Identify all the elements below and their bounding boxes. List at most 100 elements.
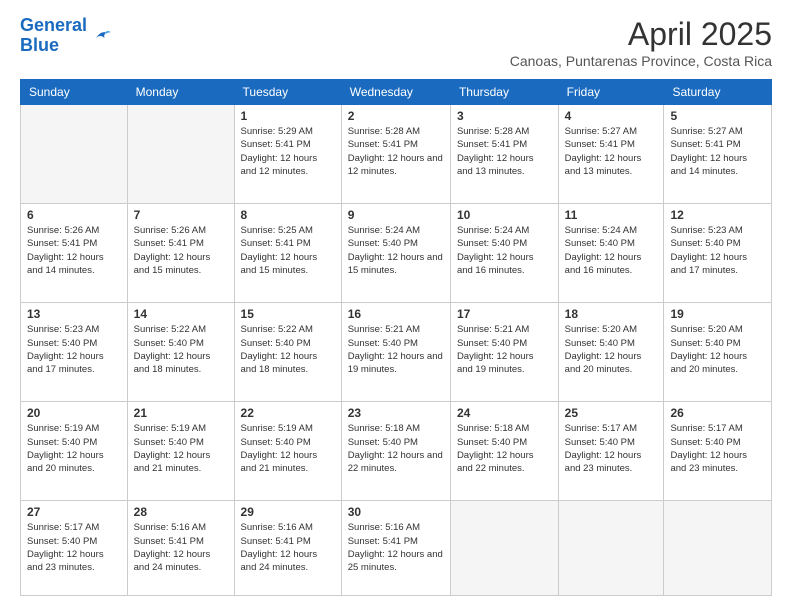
day-info: Sunrise: 5:16 AM Sunset: 5:41 PM Dayligh… [134,521,228,574]
day-number: 30 [348,505,444,519]
calendar-cell: 2Sunrise: 5:28 AM Sunset: 5:41 PM Daylig… [341,105,450,204]
logo-text: General Blue [20,16,87,56]
day-number: 11 [565,208,658,222]
subtitle: Canoas, Puntarenas Province, Costa Rica [510,53,772,69]
day-number: 22 [241,406,335,420]
calendar-cell: 17 Sunrise: 5:21 AM Sunset: 5:40 PM Dayli… [450,303,558,402]
day-info: Sunrise: 5:17 AM Sunset: 5:40 PM Dayligh… [670,422,765,475]
calendar-cell: 28 Sunrise: 5:16 AM Sunset: 5:41 PM Dayli… [127,501,234,596]
day-info: Sunrise: 5:19 AM Sunset: 5:40 PM Dayligh… [241,422,335,475]
logo-bird-icon [90,25,112,47]
day-info: Sunrise: 5:18 AM Sunset: 5:40 PM Dayligh… [348,422,444,475]
calendar-cell: 13 Sunrise: 5:23 AM Sunset: 5:40 PM Dayli… [21,303,128,402]
day-info: Sunrise: 5:22 AM Sunset: 5:40 PM Dayligh… [241,323,335,376]
day-info: Sunrise: 5:23 AM Sunset: 5:40 PM Dayligh… [27,323,121,376]
day-info: Sunrise: 5:28 AM Sunset: 5:41 PM Dayligh… [348,125,444,178]
day-info: Sunrise: 5:21 AM Sunset: 5:40 PM Dayligh… [348,323,444,376]
calendar-cell: 5Sunrise: 5:27 AM Sunset: 5:41 PM Daylig… [664,105,772,204]
day-number: 1 [241,109,335,123]
day-number: 8 [241,208,335,222]
day-info: Sunrise: 5:16 AM Sunset: 5:41 PM Dayligh… [241,521,335,574]
day-number: 21 [134,406,228,420]
day-number: 23 [348,406,444,420]
calendar-cell: 27 Sunrise: 5:17 AM Sunset: 5:40 PM Dayli… [21,501,128,596]
day-info: Sunrise: 5:17 AM Sunset: 5:40 PM Dayligh… [565,422,658,475]
header: General Blue April 2025 Canoas, Puntaren… [20,16,772,69]
day-info: Sunrise: 5:18 AM Sunset: 5:40 PM Dayligh… [457,422,552,475]
calendar-header-friday: Friday [558,80,664,105]
day-info: Sunrise: 5:26 AM Sunset: 5:41 PM Dayligh… [27,224,121,277]
day-number: 12 [670,208,765,222]
day-number: 10 [457,208,552,222]
day-number: 3 [457,109,552,123]
day-info: Sunrise: 5:29 AM Sunset: 5:41 PM Dayligh… [241,125,335,178]
day-number: 5 [670,109,765,123]
calendar-cell: 30 Sunrise: 5:16 AM Sunset: 5:41 PM Dayli… [341,501,450,596]
day-info: Sunrise: 5:19 AM Sunset: 5:40 PM Dayligh… [134,422,228,475]
calendar-cell: 19Sunrise: 5:20 AM Sunset: 5:40 PM Dayli… [664,303,772,402]
calendar-cell [664,501,772,596]
month-title: April 2025 [510,16,772,53]
page: General Blue April 2025 Canoas, Puntaren… [0,0,792,612]
calendar-cell: 3 Sunrise: 5:28 AM Sunset: 5:41 PM Daylig… [450,105,558,204]
calendar-cell: 12 Sunrise: 5:23 AM Sunset: 5:40 PM Dayli… [664,204,772,303]
day-info: Sunrise: 5:24 AM Sunset: 5:40 PM Dayligh… [565,224,658,277]
calendar-cell: 11 Sunrise: 5:24 AM Sunset: 5:40 PM Dayli… [558,204,664,303]
day-number: 26 [670,406,765,420]
calendar-cell: 1 Sunrise: 5:29 AM Sunset: 5:41 PM Daylig… [234,105,341,204]
calendar-cell: 7 Sunrise: 5:26 AM Sunset: 5:41 PM Daylig… [127,204,234,303]
week-row-5: 27 Sunrise: 5:17 AM Sunset: 5:40 PM Dayli… [21,501,772,596]
day-info: Sunrise: 5:20 AM Sunset: 5:40 PM Dayligh… [565,323,658,376]
calendar-cell: 10Sunrise: 5:24 AM Sunset: 5:40 PM Dayli… [450,204,558,303]
day-number: 28 [134,505,228,519]
calendar-cell: 14Sunrise: 5:22 AM Sunset: 5:40 PM Dayli… [127,303,234,402]
calendar-cell: 9 Sunrise: 5:24 AM Sunset: 5:40 PM Daylig… [341,204,450,303]
day-number: 4 [565,109,658,123]
calendar-cell: 21 Sunrise: 5:19 AM Sunset: 5:40 PM Dayli… [127,402,234,501]
calendar-cell: 18 Sunrise: 5:20 AM Sunset: 5:40 PM Dayli… [558,303,664,402]
day-number: 7 [134,208,228,222]
calendar-cell: 23 Sunrise: 5:18 AM Sunset: 5:40 PM Dayli… [341,402,450,501]
calendar-cell: 22 Sunrise: 5:19 AM Sunset: 5:40 PM Dayli… [234,402,341,501]
calendar-cell: 24 Sunrise: 5:18 AM Sunset: 5:40 PM Dayli… [450,402,558,501]
day-number: 9 [348,208,444,222]
calendar-header-saturday: Saturday [664,80,772,105]
calendar-cell: 25 Sunrise: 5:17 AM Sunset: 5:40 PM Dayli… [558,402,664,501]
day-info: Sunrise: 5:20 AM Sunset: 5:40 PM Dayligh… [670,323,765,376]
day-number: 27 [27,505,121,519]
calendar-cell [558,501,664,596]
day-info: Sunrise: 5:17 AM Sunset: 5:40 PM Dayligh… [27,521,121,574]
calendar-cell [127,105,234,204]
day-info: Sunrise: 5:16 AM Sunset: 5:41 PM Dayligh… [348,521,444,574]
calendar-cell [21,105,128,204]
calendar-header-thursday: Thursday [450,80,558,105]
day-info: Sunrise: 5:21 AM Sunset: 5:40 PM Dayligh… [457,323,552,376]
day-number: 25 [565,406,658,420]
day-info: Sunrise: 5:24 AM Sunset: 5:40 PM Dayligh… [348,224,444,277]
day-number: 20 [27,406,121,420]
calendar: SundayMondayTuesdayWednesdayThursdayFrid… [20,79,772,596]
calendar-cell: 6Sunrise: 5:26 AM Sunset: 5:41 PM Daylig… [21,204,128,303]
day-number: 29 [241,505,335,519]
calendar-header-sunday: Sunday [21,80,128,105]
day-number: 14 [134,307,228,321]
calendar-header-wednesday: Wednesday [341,80,450,105]
day-info: Sunrise: 5:26 AM Sunset: 5:41 PM Dayligh… [134,224,228,277]
day-info: Sunrise: 5:25 AM Sunset: 5:41 PM Dayligh… [241,224,335,277]
day-number: 24 [457,406,552,420]
calendar-cell: 8 Sunrise: 5:25 AM Sunset: 5:41 PM Daylig… [234,204,341,303]
calendar-cell: 20Sunrise: 5:19 AM Sunset: 5:40 PM Dayli… [21,402,128,501]
week-row-4: 20 Sunrise: 5:19 AM Sunset: 5:40 PM Dayli… [21,402,772,501]
calendar-cell: 26 Sunrise: 5:17 AM Sunset: 5:40 PM Dayli… [664,402,772,501]
calendar-cell: 16 Sunrise: 5:21 AM Sunset: 5:40 PM Dayli… [341,303,450,402]
title-block: April 2025 Canoas, Puntarenas Province, … [510,16,772,69]
calendar-header-tuesday: Tuesday [234,80,341,105]
calendar-cell: 15Sunrise: 5:22 AM Sunset: 5:40 PM Dayli… [234,303,341,402]
calendar-cell: 4Sunrise: 5:27 AM Sunset: 5:41 PM Daylig… [558,105,664,204]
day-info: Sunrise: 5:23 AM Sunset: 5:40 PM Dayligh… [670,224,765,277]
day-number: 17 [457,307,552,321]
day-number: 13 [27,307,121,321]
day-info: Sunrise: 5:28 AM Sunset: 5:41 PM Dayligh… [457,125,552,178]
day-number: 18 [565,307,658,321]
day-number: 16 [348,307,444,321]
